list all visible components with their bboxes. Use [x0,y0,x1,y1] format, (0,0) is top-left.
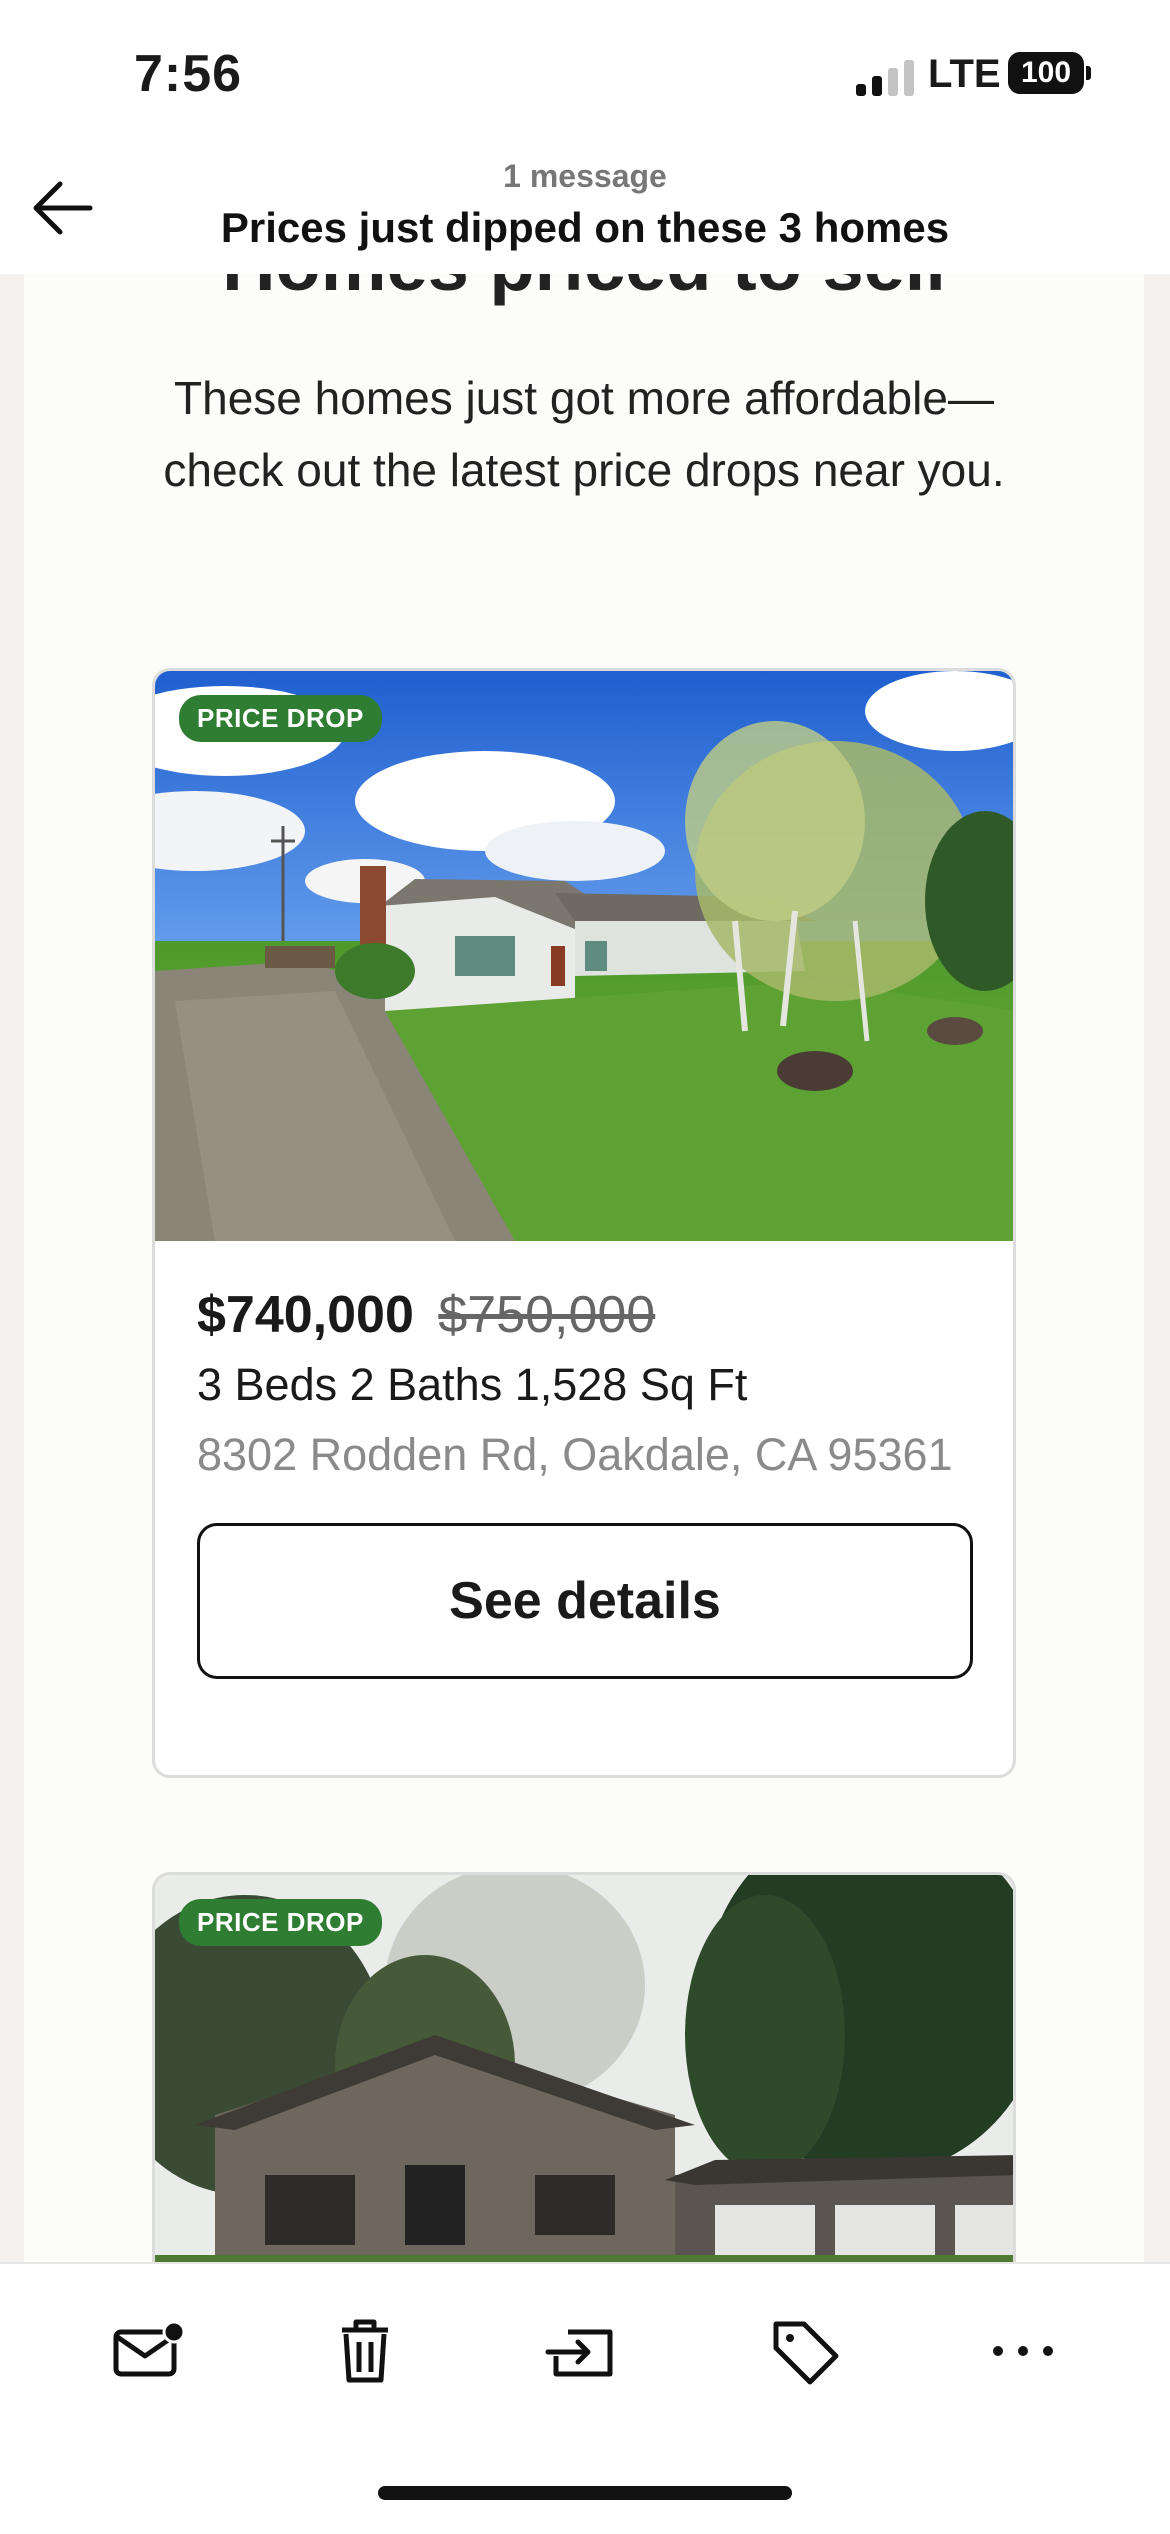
listing-card[interactable]: PRICE DROP $740,000 $750,000 3 Beds 2 Ba… [152,668,1016,1778]
listing-address: 8302 Rodden Rd, Oakdale, CA 95361 [197,1429,953,1480]
battery-level: 100 [1020,56,1072,89]
listing-info: $740,000 $750,000 3 Beds 2 Baths 1,528 S… [155,1241,1013,1679]
price-drop-badge: PRICE DROP [179,1899,382,1946]
email-header: 1 message Prices just dipped on these 3 … [0,150,1170,274]
email-body: Homes priced to sell These homes just go… [24,274,1144,2262]
house-photo [155,671,1013,1241]
trash-button[interactable] [320,2306,410,2396]
status-time: 7:56 [134,45,243,103]
move-to-folder-icon [545,2329,613,2377]
listing-specs: 3 Beds 2 Baths 1,528 Sq Ft [197,1359,748,1410]
move-to-folder-button[interactable] [538,2306,628,2396]
listing-photo[interactable]: PRICE DROP [155,671,1013,1241]
label-tag-button[interactable] [760,2306,850,2396]
battery-nub [1086,66,1091,80]
battery-icon: 100 [1008,52,1084,94]
cellular-signal-icon [856,58,916,96]
more-button[interactable] [978,2306,1068,2396]
home-indicator[interactable] [378,2486,792,2500]
mark-unread-icon [113,2320,186,2377]
mark-unread-button[interactable] [102,2306,192,2396]
email-heading: Homes priced to sell [24,274,1144,307]
status-bar: 7:56 LTE 100 [0,0,1170,150]
email-intro: These homes just got more affordable—che… [163,372,1005,496]
more-icon [993,2346,1053,2356]
label-tag-icon [773,2321,839,2385]
network-type: LTE [928,52,1001,96]
listing-price: $740,000 [197,1286,414,1344]
price-row: $740,000 $750,000 [197,1285,971,1345]
price-drop-badge: PRICE DROP [179,695,382,742]
trash-icon [342,2319,388,2383]
listing-card[interactable]: PRICE DROP [152,1872,1016,2262]
email-subject: Prices just dipped on these 3 homes [220,204,950,251]
see-details-button[interactable]: See details [197,1523,973,1679]
listing-old-price: $750,000 [438,1286,656,1344]
listing-photo[interactable]: PRICE DROP [155,1875,1013,2262]
message-count: 1 message [503,158,667,194]
